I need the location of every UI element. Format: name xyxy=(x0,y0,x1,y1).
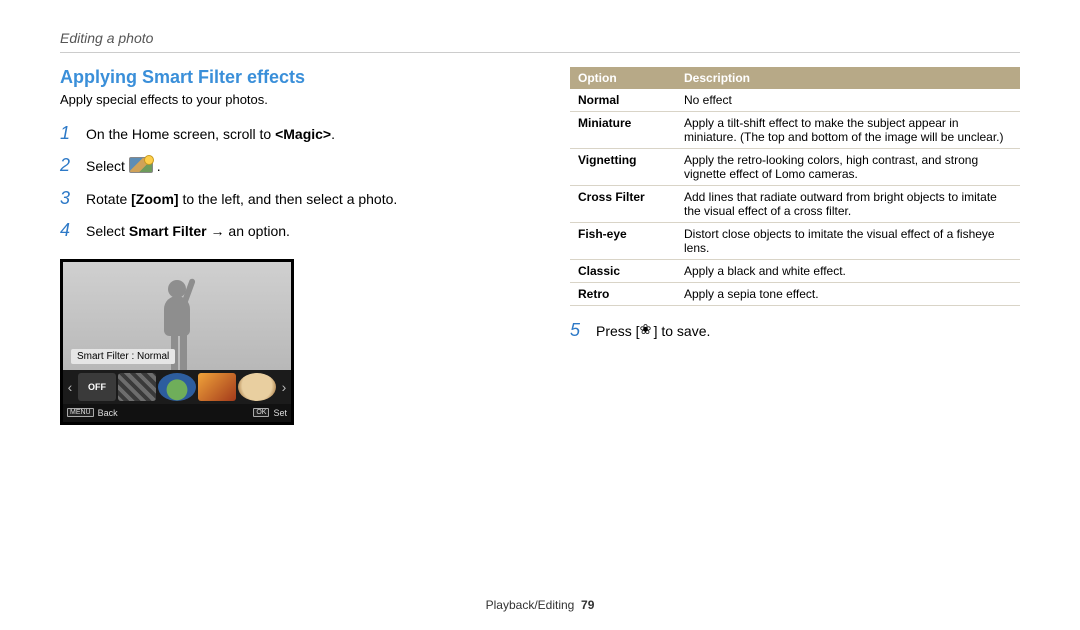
step-text-post: . xyxy=(153,158,161,174)
manual-page: Editing a photo Applying Smart Filter ef… xyxy=(0,0,1080,630)
step-text-bold: <Magic> xyxy=(275,126,331,142)
step-1: 1 On the Home screen, scroll to <Magic>. xyxy=(60,117,510,149)
options-table: Option Description NormalNo effect Minia… xyxy=(570,67,1020,306)
strip-right-arrow-icon: › xyxy=(277,379,291,395)
step-text: On the Home screen, scroll to <Magic>. xyxy=(86,122,335,147)
filter-strip: ‹ OFF › xyxy=(63,370,291,404)
step-text-post: . xyxy=(331,126,335,142)
filter-thumb-2 xyxy=(158,373,196,401)
set-label: Set xyxy=(273,408,287,418)
step-number: 3 xyxy=(60,182,74,214)
step-text-pre: Rotate xyxy=(86,191,131,207)
macro-flower-icon xyxy=(640,324,654,338)
opt-name: Vignetting xyxy=(570,149,676,186)
step-text-pre: Select xyxy=(86,158,129,174)
back-label: Back xyxy=(98,408,118,418)
opt-desc: Distort close objects to imitate the vis… xyxy=(676,223,1020,260)
step-text: Rotate [Zoom] to the left, and then sele… xyxy=(86,187,397,212)
opt-desc: Apply the retro-looking colors, high con… xyxy=(676,149,1020,186)
camera-screenshot: Smart Filter : Normal ‹ OFF › MENU Back xyxy=(60,259,294,425)
table-row: RetroApply a sepia tone effect. xyxy=(570,283,1020,306)
ok-set: OK Set xyxy=(253,408,287,418)
step-text-post: → an option. xyxy=(207,223,290,239)
photo-editor-icon xyxy=(129,157,153,173)
step-text-post: ] to save. xyxy=(654,323,711,339)
step-text-pre: On the Home screen, scroll to xyxy=(86,126,275,142)
footer-section: Playback/Editing xyxy=(486,598,575,612)
filter-thumb-1 xyxy=(118,373,156,401)
opt-name: Miniature xyxy=(570,112,676,149)
filter-thumb-4 xyxy=(238,373,276,401)
menu-button-icon: MENU xyxy=(67,408,94,417)
footer-page-number: 79 xyxy=(581,598,594,612)
table-row: Cross FilterAdd lines that radiate outwa… xyxy=(570,186,1020,223)
step-text: Press [ ] to save. xyxy=(596,323,710,339)
filter-label: Smart Filter : Normal xyxy=(71,349,175,364)
step-5: 5 Press [ ] to save. xyxy=(570,320,1020,341)
ok-button-icon: OK xyxy=(253,408,269,417)
step-3: 3 Rotate [Zoom] to the left, and then se… xyxy=(60,182,510,214)
step-text-post: to the left, and then select a photo. xyxy=(179,191,398,207)
content-columns: Applying Smart Filter effects Apply spec… xyxy=(60,67,1020,425)
step-2: 2 Select . xyxy=(60,149,510,181)
menu-back: MENU Back xyxy=(67,408,118,418)
table-row: NormalNo effect xyxy=(570,89,1020,112)
table-row: ClassicApply a black and white effect. xyxy=(570,260,1020,283)
table-row: Fish-eyeDistort close objects to imitate… xyxy=(570,223,1020,260)
page-footer: Playback/Editing 79 xyxy=(0,598,1080,612)
opt-name: Cross Filter xyxy=(570,186,676,223)
camera-preview: Smart Filter : Normal xyxy=(63,262,291,370)
left-column: Applying Smart Filter effects Apply spec… xyxy=(60,67,510,425)
divider xyxy=(60,52,1020,53)
step-text-bold: Smart Filter xyxy=(129,223,207,239)
filter-thumb-off: OFF xyxy=(78,373,116,401)
right-column: Option Description NormalNo effect Minia… xyxy=(570,67,1020,425)
step-4: 4 Select Smart Filter → an option. xyxy=(60,214,510,246)
th-description: Description xyxy=(676,67,1020,89)
step-number: 2 xyxy=(60,149,74,181)
opt-name: Retro xyxy=(570,283,676,306)
opt-desc: Add lines that radiate outward from brig… xyxy=(676,186,1020,223)
opt-desc: No effect xyxy=(676,89,1020,112)
section-subtitle: Apply special effects to your photos. xyxy=(60,92,510,107)
step-text: Select Smart Filter → an option. xyxy=(86,219,290,244)
step-text-pre: Select xyxy=(86,223,129,239)
opt-name: Fish-eye xyxy=(570,223,676,260)
table-row: MiniatureApply a tilt-shift effect to ma… xyxy=(570,112,1020,149)
opt-name: Classic xyxy=(570,260,676,283)
th-option: Option xyxy=(570,67,676,89)
table-row: VignettingApply the retro-looking colors… xyxy=(570,149,1020,186)
step-number: 1 xyxy=(60,117,74,149)
step-number: 5 xyxy=(570,320,584,341)
opt-desc: Apply a sepia tone effect. xyxy=(676,283,1020,306)
steps-list: 1 On the Home screen, scroll to <Magic>.… xyxy=(60,117,510,247)
step-text-pre: Press [ xyxy=(596,323,640,339)
section-title: Applying Smart Filter effects xyxy=(60,67,510,88)
step-number: 4 xyxy=(60,214,74,246)
step-text-bold: [Zoom] xyxy=(131,191,178,207)
step-text: Select . xyxy=(86,154,161,179)
opt-desc: Apply a tilt-shift effect to make the su… xyxy=(676,112,1020,149)
opt-name: Normal xyxy=(570,89,676,112)
strip-left-arrow-icon: ‹ xyxy=(63,379,77,395)
camera-bottom-bar: MENU Back OK Set xyxy=(63,404,291,422)
breadcrumb: Editing a photo xyxy=(60,30,1020,46)
filter-thumb-3 xyxy=(198,373,236,401)
opt-desc: Apply a black and white effect. xyxy=(676,260,1020,283)
